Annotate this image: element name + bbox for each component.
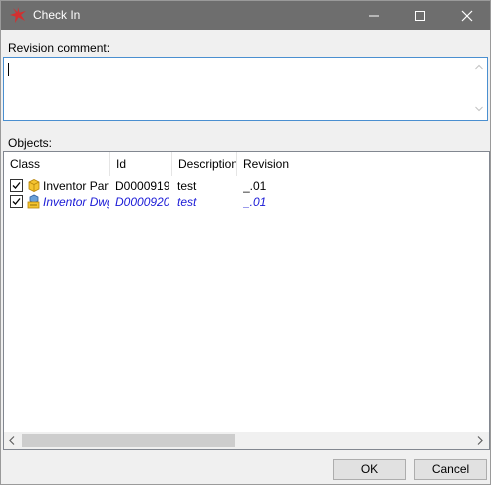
objects-list[interactable]: Class Id Description Revision Inventor P…	[3, 151, 490, 450]
inventor-part-icon	[28, 179, 40, 192]
cell-class: Inventor Part	[43, 179, 109, 193]
text-caret	[8, 63, 9, 76]
column-header-revision[interactable]: Revision	[237, 152, 297, 176]
revision-comment-input[interactable]	[3, 57, 488, 121]
column-header-description[interactable]: Description	[172, 152, 237, 176]
scrollbar-thumb[interactable]	[22, 434, 235, 447]
scroll-left-arrow-icon[interactable]	[9, 436, 15, 445]
cell-class: Inventor Dwg	[43, 195, 109, 209]
close-icon	[461, 10, 473, 22]
list-horizontal-scrollbar[interactable]	[4, 432, 489, 449]
cell-revision: _.01	[243, 195, 267, 209]
list-item[interactable]: Inventor Dwg D0000920 test _.01	[4, 194, 489, 210]
scroll-down-arrow-icon[interactable]	[475, 106, 483, 112]
revision-comment-label: Revision comment:	[8, 41, 111, 55]
list-item[interactable]: Inventor Part D0000919 test _.01	[4, 178, 489, 194]
objects-label: Objects:	[8, 136, 53, 150]
maximize-button[interactable]	[397, 1, 443, 30]
cancel-button[interactable]: Cancel	[414, 459, 487, 480]
minimize-icon	[369, 15, 379, 17]
cell-id: D0000919	[115, 179, 169, 193]
cell-description: test	[177, 195, 197, 209]
cell-id: D0000920	[115, 195, 169, 209]
ok-button[interactable]: OK	[333, 459, 406, 480]
red-star-app-icon	[10, 7, 26, 23]
check-in-dialog: Check In Revision comment: Objects: Clas…	[0, 0, 491, 485]
window-title: Check In	[33, 8, 81, 22]
column-header-id[interactable]: Id	[110, 152, 172, 176]
maximize-icon	[415, 11, 425, 21]
scroll-right-arrow-icon[interactable]	[477, 436, 483, 445]
row-checkbox[interactable]	[10, 195, 23, 208]
cell-revision: _.01	[243, 179, 267, 193]
column-header-class[interactable]: Class	[4, 152, 110, 176]
close-button[interactable]	[444, 1, 490, 30]
checkmark-icon	[12, 182, 21, 189]
minimize-button[interactable]	[351, 1, 397, 30]
title-bar[interactable]: Check In	[1, 1, 490, 30]
scroll-up-arrow-icon[interactable]	[475, 64, 483, 70]
row-checkbox[interactable]	[10, 179, 23, 192]
checkmark-icon	[12, 198, 21, 205]
cell-description: test	[177, 179, 197, 193]
comment-vertical-scrollbar[interactable]	[471, 58, 487, 120]
inventor-drawing-icon	[27, 194, 40, 209]
